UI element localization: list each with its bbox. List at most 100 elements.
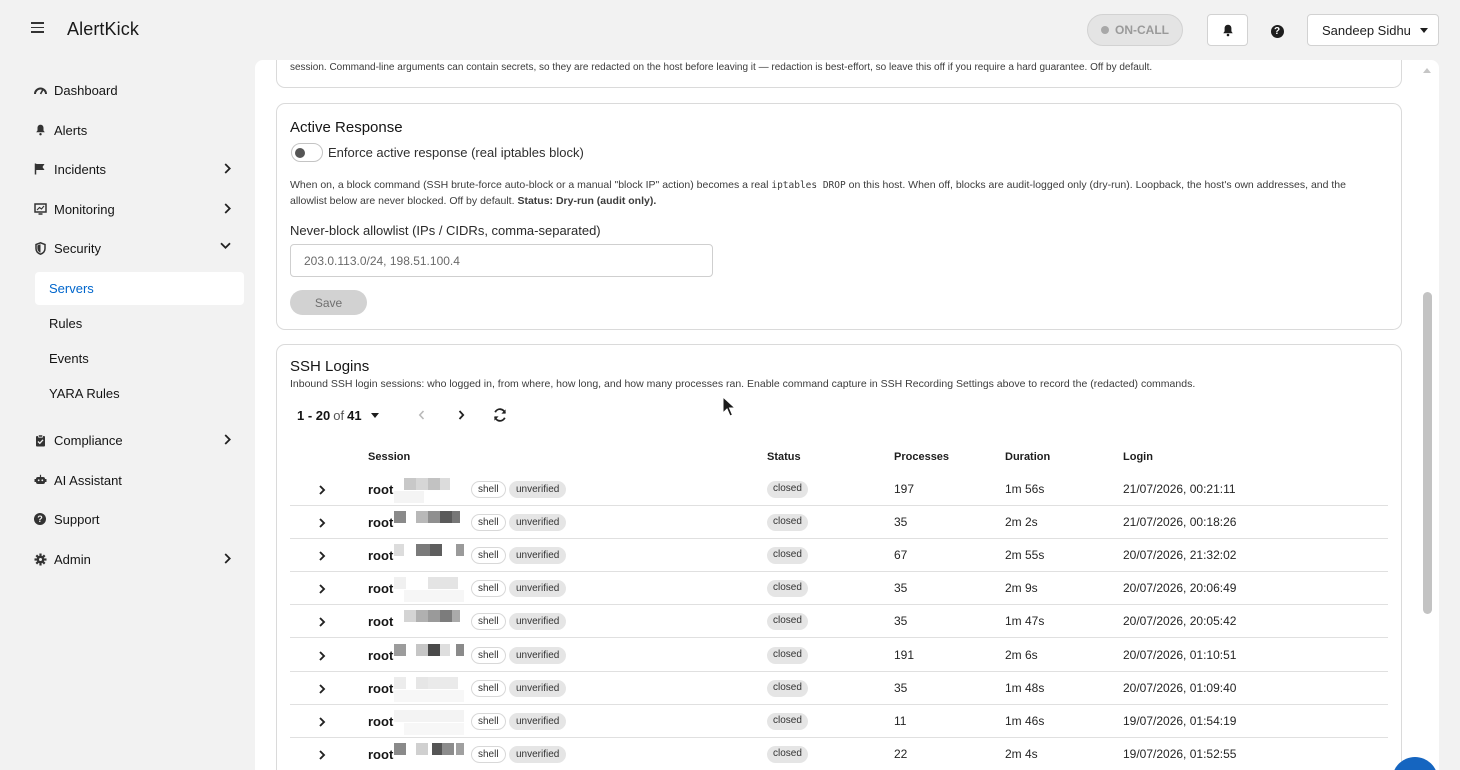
- sidebar-item-label: AI Assistant: [54, 472, 122, 488]
- chevron-right-icon[interactable]: [315, 516, 329, 530]
- save-button[interactable]: Save: [290, 290, 367, 315]
- notifications-button[interactable]: [1207, 14, 1248, 46]
- column-header-session[interactable]: Session: [368, 451, 410, 463]
- redacted-block: [442, 742, 454, 755]
- redacted-block: [416, 643, 428, 656]
- chevron-right-icon[interactable]: [315, 582, 329, 596]
- login-cell: 19/07/2026, 01:52:55: [1123, 746, 1237, 761]
- column-header-processes[interactable]: Processes: [894, 451, 949, 463]
- pagination-total: 41: [347, 408, 362, 423]
- scroll-up-icon[interactable]: [1423, 68, 1431, 73]
- chevron-right-icon[interactable]: [315, 748, 329, 762]
- redacted-block: [456, 544, 464, 557]
- table-row[interactable]: root shell unverified closed 35 2m 2s 21/07/20…: [290, 506, 1388, 540]
- login-cell: 20/07/2026, 01:09:40: [1123, 680, 1237, 695]
- status-badge: closed: [767, 481, 808, 498]
- table-row[interactable]: root shell unverified closed 22 2m 4s 19/07/20…: [290, 738, 1388, 770]
- status-dot-icon: [1101, 26, 1109, 34]
- flag-icon: [33, 162, 47, 176]
- login-cell: 20/07/2026, 20:06:49: [1123, 581, 1237, 596]
- login-cell: 21/07/2026, 00:18:26: [1123, 515, 1237, 530]
- session-user: root: [368, 548, 394, 564]
- description-text: When on, a block command (SSH brute-forc…: [290, 179, 772, 191]
- sidebar-item-compliance[interactable]: Compliance: [33, 425, 239, 455]
- table-row[interactable]: root shell unverified closed 35 1m 48s 20/07/2…: [290, 672, 1388, 705]
- chevron-right-icon[interactable]: [315, 615, 329, 629]
- column-header-status[interactable]: Status: [767, 451, 801, 463]
- active-response-toggle[interactable]: [291, 143, 323, 162]
- redacted-host: [394, 507, 472, 537]
- status-badge: closed: [767, 679, 808, 697]
- redacted-block: [394, 643, 406, 656]
- redacted-block: [428, 478, 440, 490]
- login-cell: 20/07/2026, 21:32:02: [1123, 548, 1237, 563]
- refresh-icon[interactable]: [492, 407, 508, 423]
- session-user: root: [368, 515, 394, 531]
- robot-icon: [33, 473, 47, 487]
- status-badge: closed: [767, 580, 808, 598]
- chevron-right-icon[interactable]: [315, 649, 329, 663]
- column-header-login[interactable]: Login: [1123, 451, 1153, 463]
- sidebar-item-alerts[interactable]: Alerts: [33, 115, 239, 145]
- allowlist-input[interactable]: [290, 244, 713, 277]
- column-header-duration[interactable]: Duration: [1005, 451, 1050, 463]
- sidebar-subitem-rules[interactable]: Rules: [35, 307, 244, 340]
- pagination-toggle[interactable]: 1 - 20 of 41: [297, 408, 379, 423]
- scrollbar-thumb[interactable]: [1423, 292, 1432, 614]
- redacted-block: [440, 511, 452, 524]
- sidebar-item-support[interactable]: ? Support: [33, 504, 239, 534]
- chevron-right-icon[interactable]: [315, 715, 329, 729]
- table-row[interactable]: root shell unverified closed 197 1m 56s 21/07/…: [290, 473, 1388, 506]
- redacted-block: [404, 590, 464, 603]
- redacted-block: [394, 709, 464, 722]
- duration-cell: 2m 9s: [1005, 581, 1038, 596]
- sidebar-subitem-yara-rules[interactable]: YARA Rules: [35, 377, 244, 410]
- chevron-right-icon[interactable]: [315, 483, 329, 497]
- main-content: session. Command-line arguments can cont…: [255, 60, 1439, 770]
- table-row[interactable]: root shell unverified closed 191 2m 6s 20/07/2…: [290, 639, 1388, 672]
- login-cell: 19/07/2026, 01:54:19: [1123, 713, 1237, 728]
- status-badge: closed: [767, 646, 808, 664]
- redacted-block: [428, 577, 458, 590]
- chevron-right-icon[interactable]: [315, 549, 329, 563]
- sidebar-subitem-events[interactable]: Events: [35, 342, 244, 375]
- redacted-block: [430, 544, 442, 557]
- sidebar-item-security[interactable]: Security: [33, 233, 239, 263]
- redacted-block: [456, 643, 464, 656]
- verification-badge: unverified: [509, 514, 567, 532]
- chevron-right-icon: [224, 203, 231, 214]
- session-user: root: [368, 482, 394, 497]
- card-title: SSH Logins: [290, 358, 370, 375]
- ssh-logins-card: SSH Logins Inbound SSH login sessions: w…: [276, 344, 1402, 770]
- redacted-block: [394, 689, 464, 702]
- chevron-right-icon[interactable]: [315, 682, 329, 696]
- redacted-block: [394, 544, 404, 557]
- processes-cell: 35: [894, 614, 908, 629]
- pagination-of: of: [333, 408, 345, 423]
- sidebar-item-ai-assistant[interactable]: AI Assistant: [33, 465, 239, 495]
- chevron-left-icon[interactable]: [415, 408, 429, 422]
- verification-badge: unverified: [509, 712, 567, 730]
- sidebar-item-incidents[interactable]: Incidents: [33, 154, 239, 184]
- redacted-block: [416, 511, 428, 524]
- user-name: Sandeep Sidhu: [1322, 22, 1411, 38]
- sidebar-item-label: Monitoring: [54, 201, 115, 217]
- oncall-toggle-button[interactable]: ON-CALL: [1087, 14, 1183, 46]
- chevron-right-icon[interactable]: [454, 408, 468, 422]
- table-row[interactable]: root shell unverified closed 11 1m 46s 19/07/2…: [290, 705, 1388, 738]
- ssh-recording-description: session. Command-line arguments can cont…: [290, 62, 1153, 73]
- sidebar-item-dashboard[interactable]: Dashboard: [33, 75, 239, 105]
- table-row[interactable]: root shell unverified closed 35 2m 9s 20/07/20…: [290, 572, 1388, 606]
- table-row[interactable]: root shell unverified closed 35 1m 47s 20/07/2…: [290, 605, 1388, 639]
- user-menu-button[interactable]: Sandeep Sidhu: [1307, 14, 1439, 46]
- duration-cell: 2m 2s: [1005, 515, 1038, 530]
- caret-down-icon: [370, 413, 379, 418]
- allowlist-label: Never-block allowlist (IPs / CIDRs, comm…: [290, 223, 601, 238]
- table-row[interactable]: root shell unverified closed 67 2m 55s 20/07/2…: [290, 539, 1388, 573]
- help-button[interactable]: ?: [1266, 20, 1288, 42]
- redacted-block: [440, 643, 450, 656]
- sidebar-item-monitoring[interactable]: Monitoring: [33, 194, 239, 224]
- sidebar-item-admin[interactable]: Admin: [33, 544, 239, 574]
- sidebar-subitem-servers[interactable]: Servers: [35, 272, 244, 305]
- hamburger-menu-icon[interactable]: [28, 19, 48, 39]
